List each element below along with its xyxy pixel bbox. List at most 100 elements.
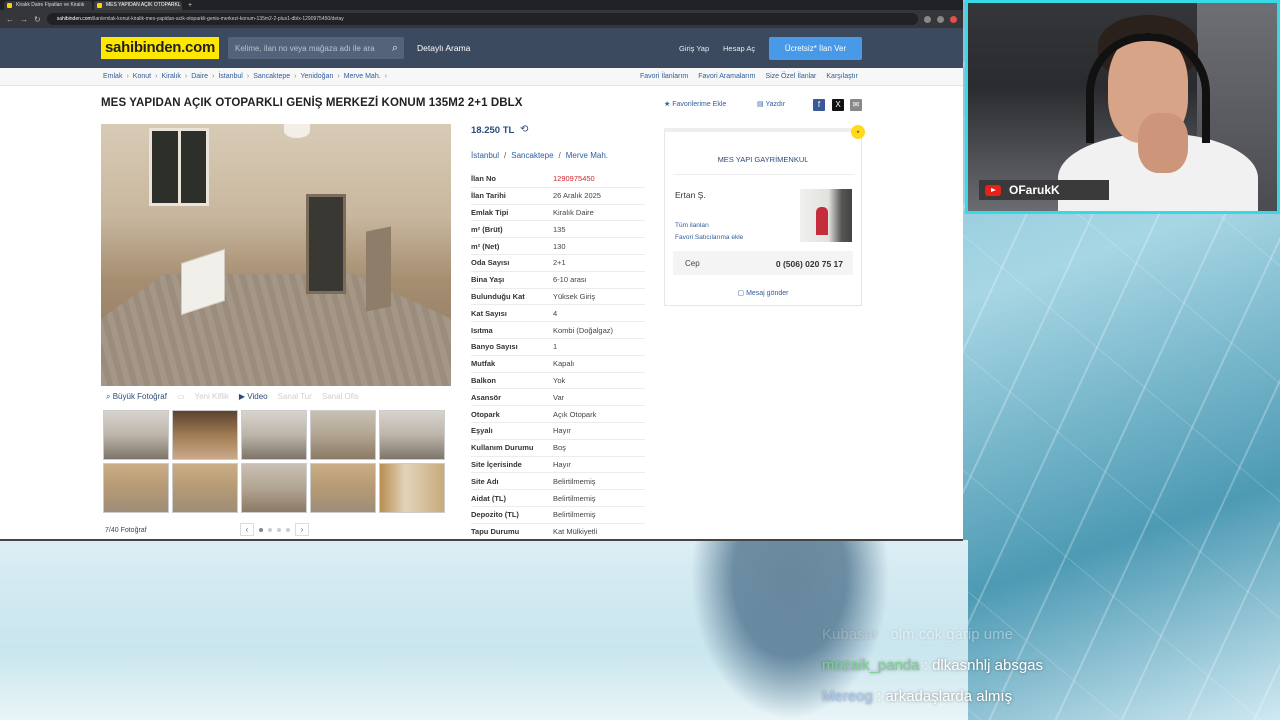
streamer-name: OFarukK xyxy=(1009,183,1060,197)
photo-thumbnail[interactable] xyxy=(172,410,238,460)
page-dot[interactable] xyxy=(268,527,272,532)
breadcrumb-separator: › xyxy=(155,73,158,80)
all-listings-link[interactable]: Tüm ilanları xyxy=(675,222,709,229)
new-tab-icon[interactable]: + xyxy=(184,1,192,10)
detail-value: Kapalı xyxy=(553,359,575,369)
browser-tab[interactable]: Kiralık Daire Fiyatları ve Kiralık xyxy=(4,0,92,10)
detail-key: Balkon xyxy=(471,375,497,385)
print-link[interactable]: ▤ Yazdır xyxy=(757,100,785,108)
tab-label: MES YAPIDAN AÇIK OTOPARKL xyxy=(106,1,181,8)
chat-username: Kubasar xyxy=(822,626,878,643)
search-input[interactable] xyxy=(235,43,385,53)
photo-thumbnail[interactable] xyxy=(379,410,445,460)
photo-thumbnail[interactable] xyxy=(310,410,376,460)
site-logo[interactable]: sahibinden.com xyxy=(101,37,219,59)
detail-row: Bulunduğu Kat Yüksek Giriş xyxy=(471,289,645,306)
favorite-searches-link[interactable]: Favori Aramalarım xyxy=(698,73,755,80)
detail-row: Depozito (TL) Belirtilmemiş xyxy=(471,507,645,524)
send-message-link[interactable]: ▢ Mesaj gönder xyxy=(665,289,861,297)
phone-box: Cep 0 (506) 020 75 17 xyxy=(673,251,853,275)
detail-value: Yüksek Giriş xyxy=(553,291,596,301)
reload-icon[interactable]: ↻ xyxy=(34,15,41,24)
page-dot[interactable] xyxy=(277,527,281,532)
location-city[interactable]: İstanbul xyxy=(471,151,499,160)
site-favicon-icon xyxy=(97,2,102,8)
detail-row: m² (Net) 130 xyxy=(471,238,645,255)
photo-thumbnail[interactable] xyxy=(172,463,238,513)
breadcrumb-item[interactable]: Yenidoğan xyxy=(301,73,334,80)
detail-key: Tapu Durumu xyxy=(471,527,520,537)
breadcrumb-item[interactable]: Daire xyxy=(191,73,208,80)
detail-value: 130 xyxy=(553,241,566,251)
breadcrumb-row: Emlak › Konut › Kiralık › Daire › İstanbul › … xyxy=(0,68,963,86)
user-links: Favori İlanlarım Favori Aramalarım Size … xyxy=(640,73,858,80)
compare-link[interactable]: Karşılaştır xyxy=(826,73,858,80)
detailed-search-link[interactable]: Detaylı Arama xyxy=(417,43,470,53)
breadcrumb-item[interactable]: Kiralık xyxy=(161,73,180,80)
photo-thumbnail[interactable] xyxy=(241,410,307,460)
video-button[interactable]: ▶ Video xyxy=(239,392,268,401)
site-favicon-icon xyxy=(7,2,12,8)
prev-page-icon[interactable]: ‹ xyxy=(240,523,254,536)
price-history-icon[interactable]: ⟲ xyxy=(520,124,528,135)
detail-value: 26 Aralık 2025 xyxy=(553,191,601,201)
location-separator: / xyxy=(504,151,507,160)
location-district[interactable]: Sancaktepe xyxy=(511,151,553,160)
detail-key: Banyo Sayısı xyxy=(471,342,518,352)
photo-thumbnail[interactable] xyxy=(103,463,169,513)
seller-card: MES YAPI GAYRİMENKUL Ertan Ş. Tüm ilanla… xyxy=(664,128,862,306)
extension-icon[interactable] xyxy=(924,15,931,23)
tab-label: Kiralık Daire Fiyatları ve Kiralık xyxy=(16,1,85,8)
large-photo-button[interactable]: ⌕ Büyük Fotoğraf xyxy=(106,392,167,402)
page-dot[interactable] xyxy=(286,527,290,532)
special-listings-link[interactable]: Size Özel İlanlar xyxy=(765,73,816,80)
disabled-tool-label: Sanal Tur xyxy=(277,392,312,401)
photo-thumbnail[interactable] xyxy=(103,410,169,460)
phone-number[interactable]: 0 (506) 020 75 17 xyxy=(776,259,843,269)
register-link[interactable]: Hesap Aç xyxy=(723,44,755,53)
detail-row: Asansör Var xyxy=(471,389,645,407)
extension-icon[interactable] xyxy=(950,15,957,23)
search-icon[interactable]: ⌕ xyxy=(392,42,398,55)
divider xyxy=(673,174,855,175)
detail-key: Kullanım Durumu xyxy=(471,443,534,453)
breadcrumb-item[interactable]: Konut xyxy=(133,73,151,80)
browser-tab-active[interactable]: MES YAPIDAN AÇIK OTOPARKL xyxy=(94,0,182,10)
breadcrumb-item[interactable]: Merve Mah. xyxy=(344,73,381,80)
breadcrumb-item[interactable]: Sancaktepe xyxy=(253,73,290,80)
breadcrumb-item[interactable]: Emlak xyxy=(103,73,122,80)
disabled-tool-label: Sanal Ofis xyxy=(321,392,359,401)
post-ad-button[interactable]: Ücretsiz* İlan Ver xyxy=(769,37,862,60)
streamer-nameplate: OFarukK xyxy=(979,180,1109,200)
add-favorite-seller-link[interactable]: Favori Satıcılarıma ekle xyxy=(675,234,743,241)
add-favorite-link[interactable]: ★ Favorilerime Ekle xyxy=(664,100,726,108)
detail-value: 135 xyxy=(553,224,566,234)
back-icon[interactable]: ← xyxy=(6,15,14,24)
facebook-icon[interactable]: f xyxy=(813,99,825,111)
detail-key: Kat Sayısı xyxy=(471,308,507,318)
url-field[interactable]: sahibinden.com/ilan/emlak-konut-kiralik-… xyxy=(46,13,918,25)
breadcrumb-separator: › xyxy=(384,73,388,80)
breadcrumb-item[interactable]: İstanbul xyxy=(218,73,243,80)
detail-row: Kullanım Durumu Boş xyxy=(471,440,645,457)
forward-icon[interactable]: → xyxy=(20,15,28,24)
agency-name[interactable]: MES YAPI GAYRİMENKUL xyxy=(665,155,861,164)
photo-thumbnail[interactable] xyxy=(310,463,376,513)
detail-key: Mutfak xyxy=(471,359,496,369)
extension-icon[interactable] xyxy=(937,15,944,23)
chat-overlay: Kubasar : olm cok garip ume mozaik_panda… xyxy=(822,626,1262,719)
favorite-listings-link[interactable]: Favori İlanlarım xyxy=(640,73,688,80)
tab-bar: Kiralık Daire Fiyatları ve Kiralık MES Y… xyxy=(0,0,963,10)
main-photo[interactable] xyxy=(101,124,451,386)
login-link[interactable]: Giriş Yap xyxy=(679,44,709,53)
chat-bubble-icon: ▢ xyxy=(737,290,747,297)
next-page-icon[interactable]: › xyxy=(295,523,309,536)
photo-thumbnail[interactable] xyxy=(379,463,445,513)
x-twitter-icon[interactable]: X xyxy=(832,99,844,111)
photo-thumbnail[interactable] xyxy=(241,463,307,513)
detail-key: İlan Tarihi xyxy=(471,191,506,201)
page-dot[interactable] xyxy=(259,527,263,532)
location-neighborhood[interactable]: Merve Mah. xyxy=(566,151,608,160)
seller-photo xyxy=(800,189,852,242)
email-icon[interactable]: ✉ xyxy=(850,99,862,111)
